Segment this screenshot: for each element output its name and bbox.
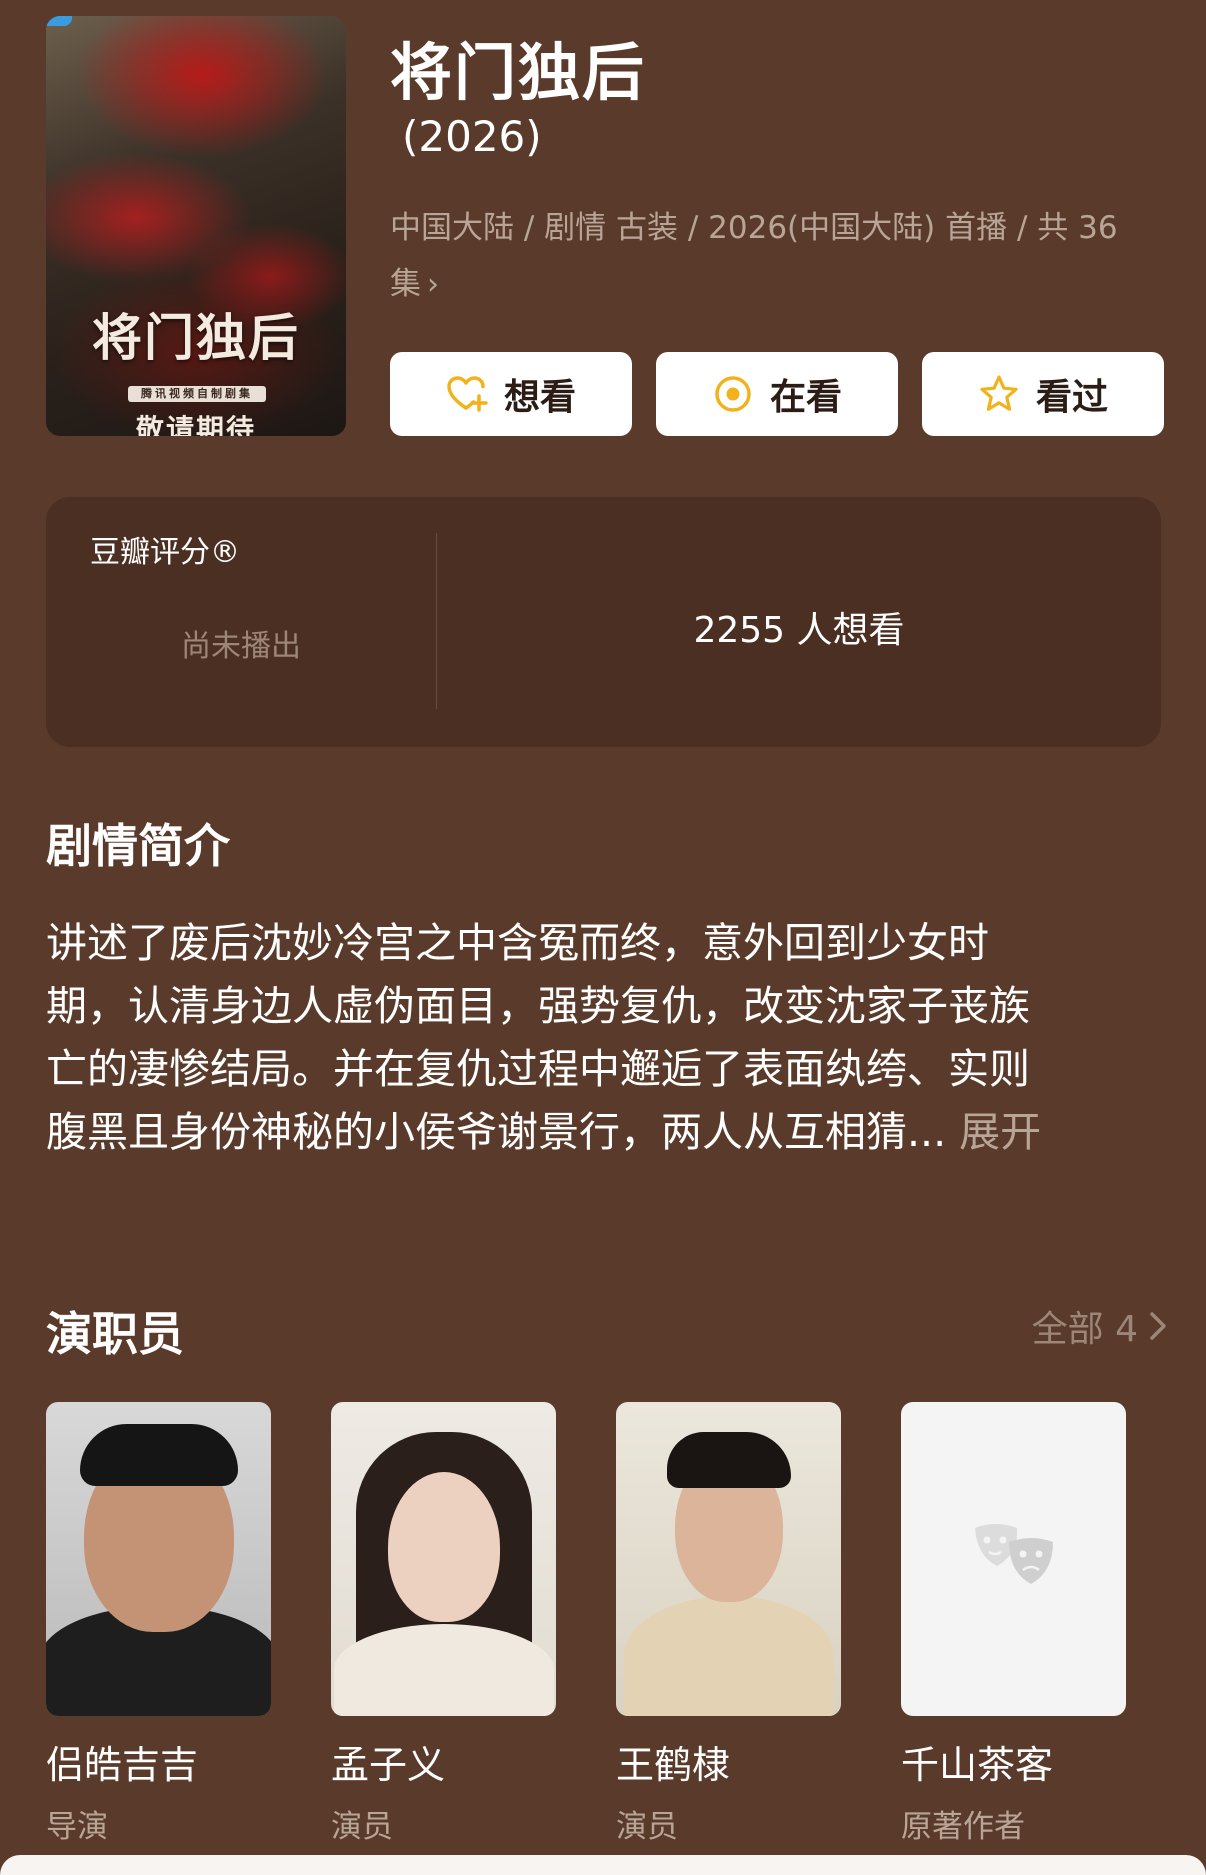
cast-photo <box>46 1402 271 1716</box>
action-buttons: 想看 在看 看过 <box>390 352 1164 436</box>
expand-link[interactable]: 展开 <box>959 1108 1041 1156</box>
star-icon <box>980 375 1018 411</box>
synopsis-line: 讲述了废后沈妙冷宫之中含冤而终，意外回到少女时 <box>46 919 989 967</box>
cast-photo <box>331 1402 556 1716</box>
want-count: 2255 人想看 <box>693 610 905 651</box>
release-year: (2026) <box>402 112 542 161</box>
target-icon <box>715 376 751 412</box>
cast-name: 千山茶客 <box>901 1743 1054 1787</box>
cast-name: 王鹤棣 <box>616 1743 731 1787</box>
want-to-watch-label: 想看 <box>503 377 576 418</box>
watched-button[interactable]: 看过 <box>922 352 1164 436</box>
cast-role: 原著作者 <box>901 1809 1025 1845</box>
cast-list: 侣皓吉吉 导演 孟子义 演员 王鹤棣 演员 千山茶客 原著作者 <box>46 1402 1126 1846</box>
theater-masks-icon <box>975 1524 1053 1584</box>
synopsis-line: 期，认清身边人虚伪面目，强势复仇，改变沈家子丧族 <box>46 982 1030 1030</box>
meta-text: 中国大陆 / 剧情 古装 / 2026(中国大陆) 首播 / 共 36 集 <box>390 210 1118 302</box>
poster-subtitle: 腾讯视频自制剧集 <box>128 386 266 402</box>
heart-plus-icon <box>447 376 488 412</box>
cast-member[interactable]: 王鹤棣 演员 <box>616 1402 841 1846</box>
bottom-sheet-edge <box>0 1855 1206 1875</box>
cast-role: 导演 <box>46 1809 108 1845</box>
synopsis-line: 腹黑且身份神秘的小侯爷谢景行，两人从互相猜... <box>46 1108 947 1156</box>
cast-name: 侣皓吉吉 <box>46 1743 199 1787</box>
cast-member[interactable]: 孟子义 演员 <box>331 1402 556 1846</box>
page-title: 将门独后 <box>390 36 647 109</box>
synopsis-line-last: 腹黑且身份神秘的小侯爷谢景行，两人从互相猜... 展开 <box>46 1101 1126 1164</box>
cast-role: 演员 <box>331 1809 393 1845</box>
cast-photo <box>616 1402 841 1716</box>
cast-name: 孟子义 <box>331 1743 446 1787</box>
cast-role: 演员 <box>616 1809 678 1845</box>
rating-card[interactable]: 豆瓣评分® 尚未播出 2255 人想看 <box>46 497 1161 747</box>
synopsis-title: 剧情简介 <box>46 819 230 873</box>
view-all-label: 全部 4 <box>1031 1309 1138 1350</box>
show-meta[interactable]: 中国大陆 / 剧情 古装 / 2026(中国大陆) 首播 / 共 36 集 › <box>390 200 1150 313</box>
watching-label: 在看 <box>769 377 842 418</box>
chevron-right-icon: › <box>427 267 439 302</box>
poster-image[interactable]: 将门独后 腾讯视频自制剧集 敬请期待 <box>46 16 346 436</box>
watched-label: 看过 <box>1035 377 1108 418</box>
view-all-cast-link[interactable]: 全部 4 <box>1032 1300 1168 1352</box>
platform-badge <box>46 16 72 26</box>
synopsis-text[interactable]: 讲述了废后沈妙冷宫之中含冤而终，意外回到少女时 期，认清身边人虚伪面目，强势复仇… <box>46 912 1126 1164</box>
poster-tagline: 敬请期待 <box>135 413 256 436</box>
watching-button[interactable]: 在看 <box>656 352 898 436</box>
want-to-watch-button[interactable]: 想看 <box>390 352 632 436</box>
cast-title: 演职员 <box>46 1307 184 1361</box>
rating-label: 豆瓣评分® <box>90 535 240 570</box>
synopsis-line: 亡的凄惨结局。并在复仇过程中邂逅了表面纨绔、实则 <box>46 1045 1030 1093</box>
chevron-right-icon <box>1150 1312 1166 1340</box>
poster-title: 将门独后 <box>92 308 300 367</box>
cast-member[interactable]: 侣皓吉吉 导演 <box>46 1402 271 1846</box>
rating-status: 尚未播出 <box>181 629 301 664</box>
cast-member[interactable]: 千山茶客 原著作者 <box>901 1402 1126 1846</box>
cast-photo-placeholder <box>901 1402 1126 1716</box>
